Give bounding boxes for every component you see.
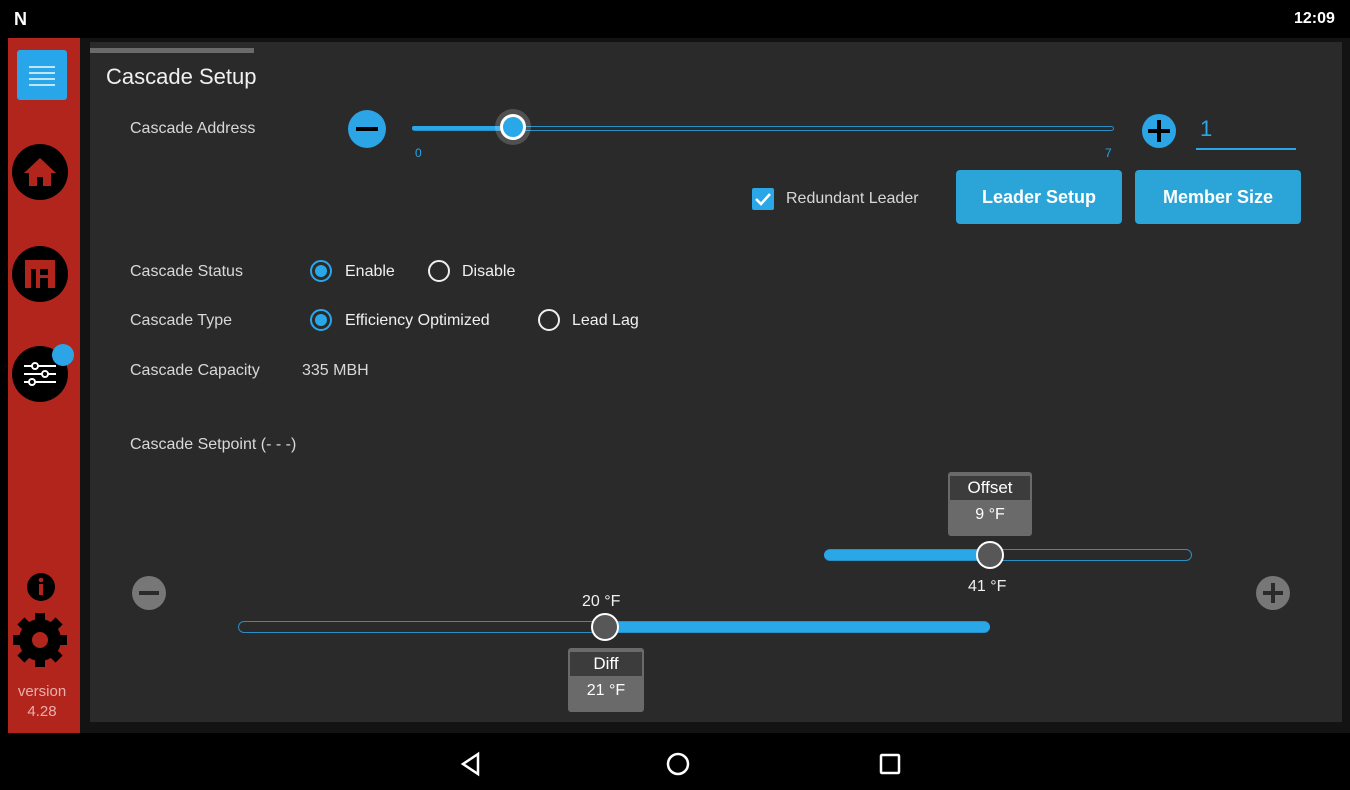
offset-slider-thumb[interactable] [976, 541, 1004, 569]
settings-button[interactable] [10, 344, 74, 404]
address-input[interactable]: 1 [1196, 110, 1296, 150]
status-bar: N 12:09 [0, 0, 1350, 38]
cascade-status-label: Cascade Status [130, 263, 243, 280]
info-icon[interactable] [26, 572, 56, 602]
navigation-bar [0, 733, 1350, 790]
cascade-type-label: Cascade Type [130, 312, 232, 329]
cascade-address-label: Cascade Address [130, 120, 256, 137]
checkmark-icon [755, 193, 771, 206]
plus-icon [1148, 120, 1170, 142]
member-size-button[interactable]: Member Size [1135, 170, 1301, 224]
recents-icon[interactable] [878, 752, 902, 776]
cascade-setpoint-label: Cascade Setpoint (- - -) [130, 436, 297, 453]
minus-icon [356, 127, 378, 131]
diff-slider-thumb[interactable] [591, 613, 619, 641]
cascade-capacity-label: Cascade Capacity [130, 362, 260, 379]
offset-thumb-value: 41 °F [968, 578, 1007, 595]
type-efficiency-label[interactable]: Efficiency Optimized [345, 312, 490, 330]
type-efficiency-radio[interactable] [310, 309, 332, 331]
diff-slider[interactable] [238, 613, 990, 641]
dashboard-icon[interactable] [10, 244, 70, 304]
home-circle-icon[interactable] [665, 751, 691, 777]
status-disable-label[interactable]: Disable [462, 263, 515, 281]
page-title: Cascade Setup [106, 64, 257, 89]
menu-button[interactable] [17, 50, 67, 100]
setpoint-increment-button[interactable] [1256, 576, 1290, 610]
notification-badge [52, 344, 74, 366]
leader-setup-button[interactable]: Leader Setup [956, 170, 1122, 224]
version-label: version [17, 683, 67, 700]
status-disable-radio[interactable] [428, 260, 450, 282]
diff-slider-fill [606, 622, 990, 632]
offset-tag-label: Offset [950, 476, 1030, 500]
home-icon[interactable] [10, 142, 70, 202]
offset-tag: Offset 9 °F [948, 472, 1032, 536]
diff-tag-label: Diff [570, 652, 642, 676]
scroll-indicator [90, 48, 254, 53]
address-min-label: 0 [415, 146, 422, 160]
address-max-label: 7 [1105, 146, 1112, 160]
back-icon[interactable] [458, 751, 484, 777]
clock: 12:09 [1294, 10, 1335, 27]
type-leadlag-label[interactable]: Lead Lag [572, 312, 639, 330]
menu-icon [29, 66, 55, 86]
plus-icon [1263, 583, 1283, 603]
offset-tag-value: 9 °F [975, 506, 1005, 523]
diff-tag-value: 21 °F [586, 682, 626, 699]
sidebar: version 4.28 [8, 38, 80, 733]
diff-thumb-value: 20 °F [582, 593, 621, 610]
redundant-leader-label: Redundant Leader [786, 190, 919, 207]
version-number: 4.28 [27, 703, 57, 720]
address-slider-fill [412, 126, 512, 130]
status-enable-radio[interactable] [310, 260, 332, 282]
address-decrement-button[interactable] [348, 110, 386, 148]
status-enable-label[interactable]: Enable [345, 263, 395, 281]
address-increment-button[interactable] [1142, 114, 1176, 148]
diff-tag: Diff 21 °F [568, 648, 644, 712]
cascade-setup-panel: Cascade Setup Cascade Address 0 7 1 Redu… [90, 42, 1342, 722]
setpoint-decrement-button[interactable] [132, 576, 166, 610]
minus-icon [139, 591, 159, 595]
cascade-capacity-value: 335 MBH [302, 362, 369, 379]
gear-icon[interactable] [10, 610, 70, 670]
offset-slider-fill [824, 550, 990, 560]
type-leadlag-radio[interactable] [538, 309, 560, 331]
redundant-leader-checkbox[interactable] [752, 188, 774, 210]
address-slider-thumb[interactable] [500, 114, 526, 140]
address-input-value: 1 [1200, 116, 1213, 141]
app-logo: N [14, 9, 27, 29]
address-slider[interactable] [412, 114, 1114, 140]
offset-slider[interactable] [824, 541, 1192, 569]
